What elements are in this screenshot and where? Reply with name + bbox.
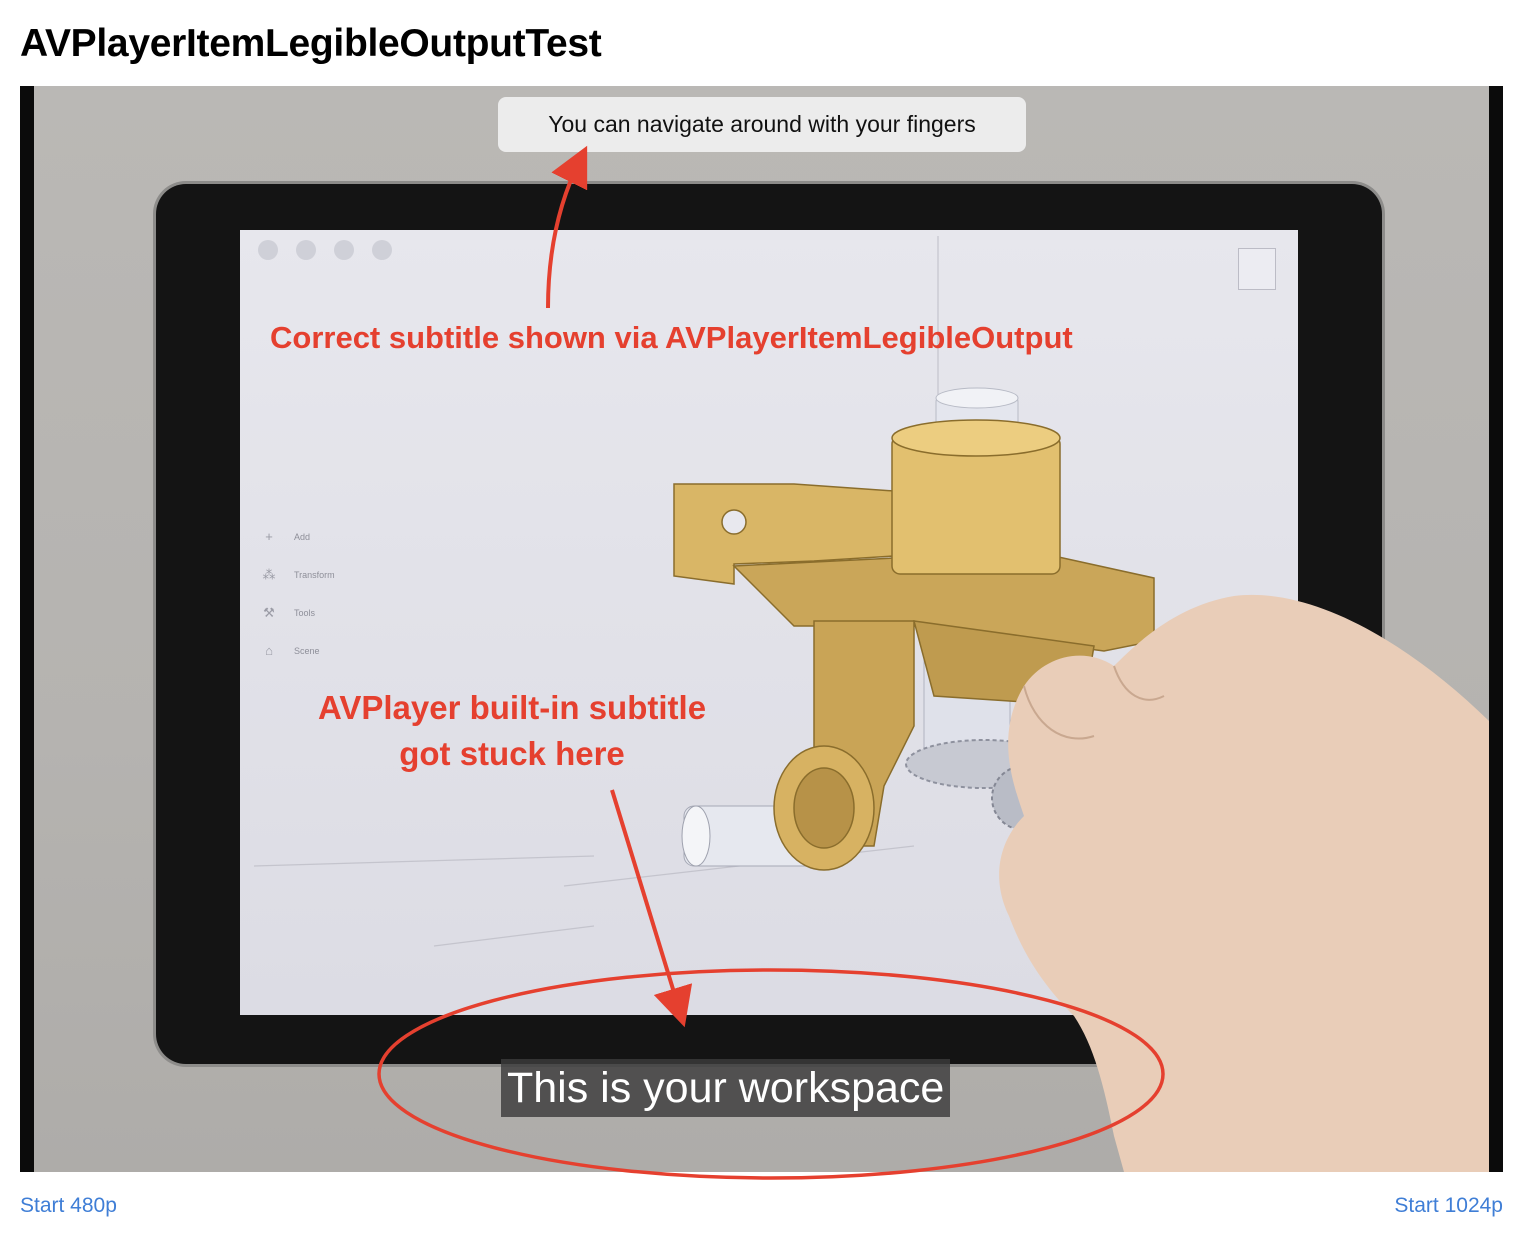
builtin-subtitle: This is your workspace xyxy=(501,1059,951,1117)
start-1024p-button[interactable]: Start 1024p xyxy=(1394,1194,1503,1218)
annotation-correct-subtitle: Correct subtitle shown via AVPlayerItemL… xyxy=(270,320,1073,355)
annotation-stuck-line2: got stuck here xyxy=(399,735,625,772)
video-frame-illustration xyxy=(253,236,1489,1172)
video-content: + Add ⁂ Transform ⚒ Tools ⌂ Scene xyxy=(34,86,1489,1172)
start-480p-button[interactable]: Start 480p xyxy=(20,1194,117,1218)
hand-illustration xyxy=(999,594,1489,1172)
page-title: AVPlayerItemLegibleOutputTest xyxy=(20,22,602,65)
video-player[interactable]: + Add ⁂ Transform ⚒ Tools ⌂ Scene xyxy=(20,86,1503,1172)
letterbox-right xyxy=(1489,86,1503,1172)
annotation-stuck-subtitle: AVPlayer built-in subtitle got stuck her… xyxy=(272,685,752,777)
legible-output-subtitle: You can navigate around with your finger… xyxy=(498,97,1026,152)
letterbox-left xyxy=(20,86,34,1172)
annotation-stuck-line1: AVPlayer built-in subtitle xyxy=(317,689,707,726)
